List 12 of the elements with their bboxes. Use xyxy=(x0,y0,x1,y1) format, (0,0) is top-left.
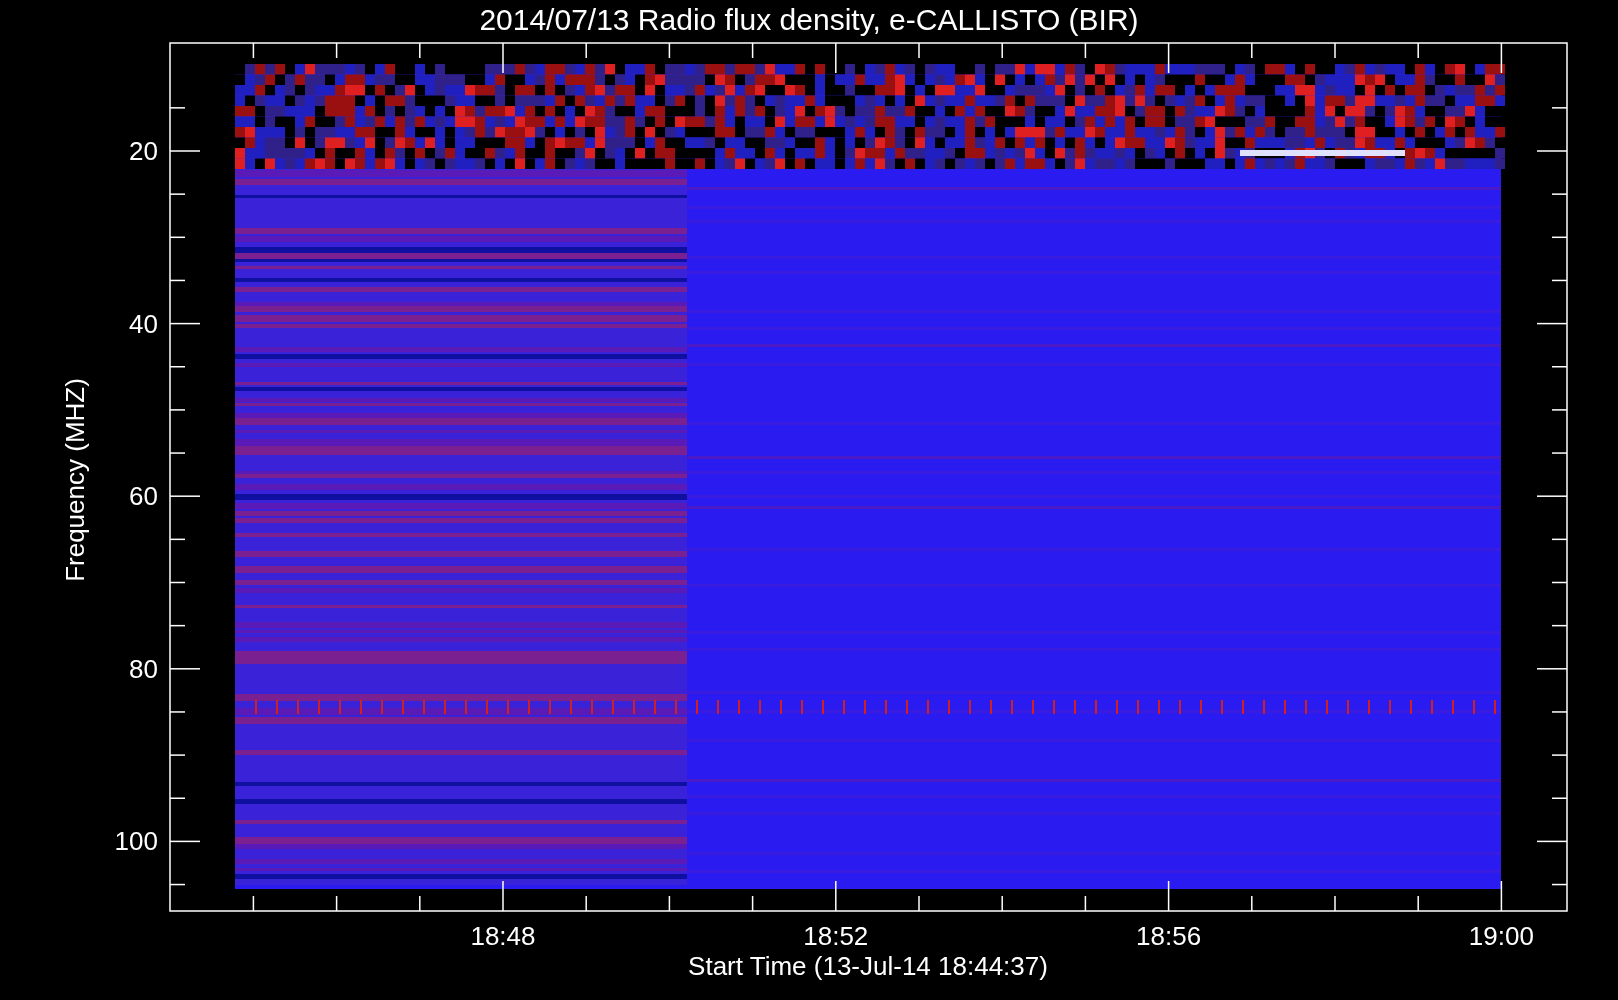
axis-label: Start Time (13-Jul-14 18:44:37) xyxy=(688,951,1048,981)
chart-title: 2014/07/13 Radio flux density, e-CALLISTO (BIR) xyxy=(479,3,1139,36)
tick-label: 60 xyxy=(129,481,158,512)
tick-label: 19:00 xyxy=(1468,921,1534,951)
tick-label: 18:56 xyxy=(1136,921,1202,951)
axis-label: Frequency (MHZ) xyxy=(60,378,90,582)
tick-label: 100 xyxy=(114,826,158,857)
tick-label: 20 xyxy=(129,136,158,166)
tick-label: 40 xyxy=(129,308,158,339)
tick-label: 80 xyxy=(129,653,158,684)
tick-label: 18:52 xyxy=(803,921,869,951)
tick-label: 18:48 xyxy=(470,921,536,951)
